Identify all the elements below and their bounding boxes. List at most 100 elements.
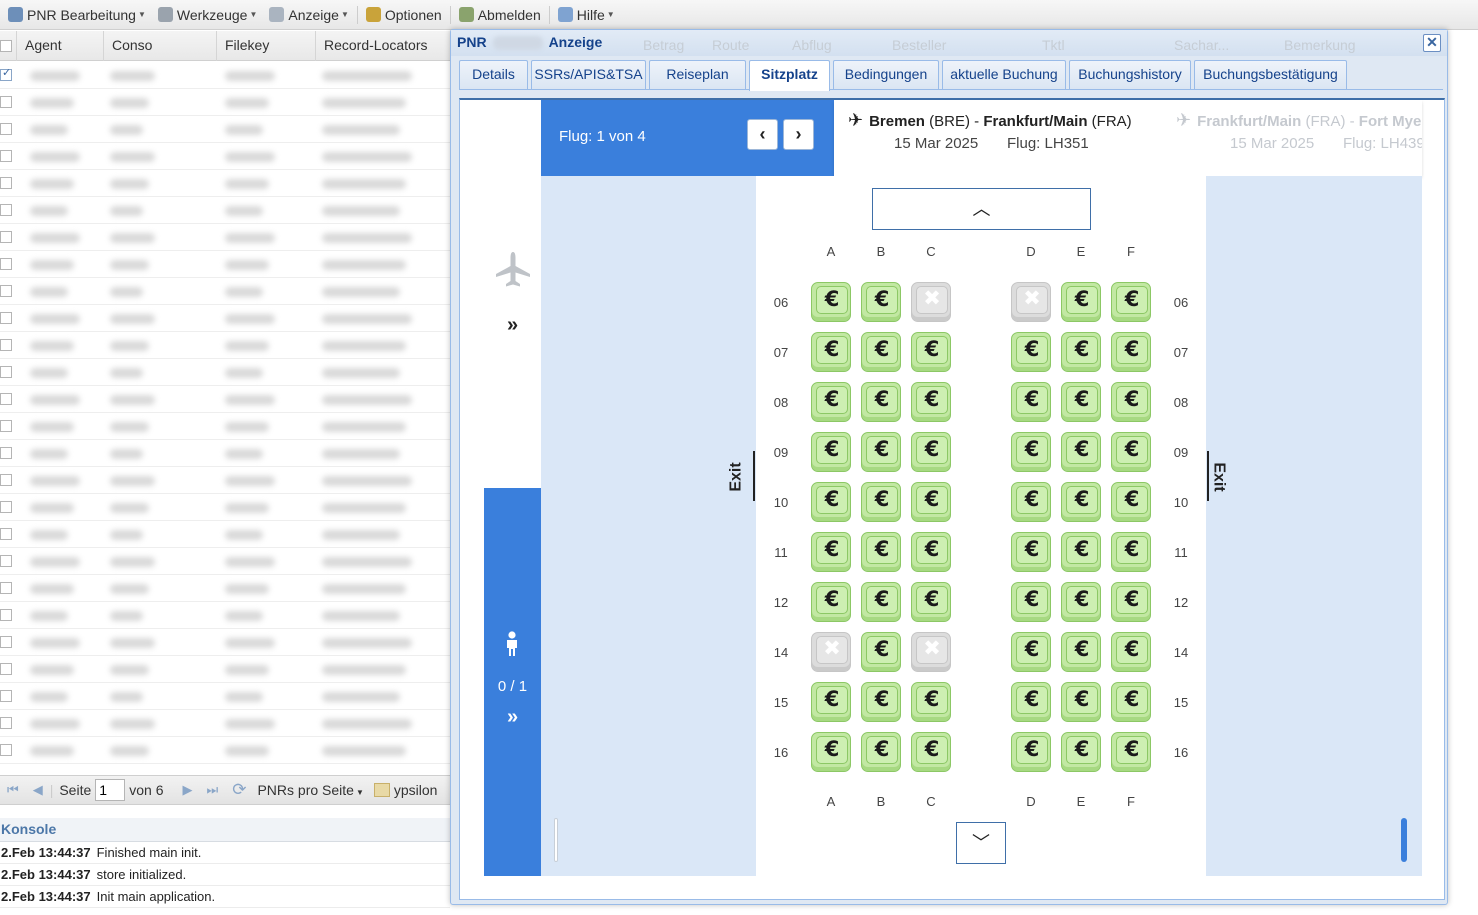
seat-11c[interactable]: € (911, 532, 951, 572)
menu-item-5[interactable]: Abmelden (453, 0, 547, 30)
menu-item-1[interactable]: PNR Bearbeitung ▼ (2, 0, 152, 30)
seat-16e[interactable]: € (1061, 732, 1101, 772)
table-row[interactable] (0, 575, 450, 602)
row-checkbox[interactable] (0, 285, 12, 297)
scroll-down-button[interactable]: ﹀ (956, 822, 1006, 864)
row-checkbox[interactable] (0, 393, 12, 405)
table-row[interactable] (0, 89, 450, 116)
row-checkbox[interactable] (0, 501, 12, 513)
tab-buchungshistory[interactable]: Buchungshistory (1069, 60, 1191, 89)
row-checkbox[interactable] (0, 339, 12, 351)
seat-08e[interactable]: € (1061, 382, 1101, 422)
seat-11f[interactable]: € (1111, 532, 1151, 572)
seat-06f[interactable]: € (1111, 282, 1151, 322)
scrollbar-right[interactable] (1401, 818, 1407, 862)
next-flight-button[interactable]: › (783, 119, 814, 150)
seat-11b[interactable]: € (861, 532, 901, 572)
seat-09c[interactable]: € (911, 432, 951, 472)
seat-16f[interactable]: € (1111, 732, 1151, 772)
seat-06e[interactable]: € (1061, 282, 1101, 322)
table-row[interactable] (0, 332, 450, 359)
row-checkbox[interactable] (0, 609, 12, 621)
table-row[interactable] (0, 683, 450, 710)
row-checkbox[interactable] (0, 177, 12, 189)
seat-15b[interactable]: € (861, 682, 901, 722)
seat-14f[interactable]: € (1111, 632, 1151, 672)
tab-bedingungen[interactable]: Bedingungen (833, 60, 939, 89)
prev-page-icon[interactable]: ◀ (26, 782, 50, 798)
seat-08a[interactable]: € (811, 382, 851, 422)
seat-15f[interactable]: € (1111, 682, 1151, 722)
table-row[interactable] (0, 629, 450, 656)
row-checkbox[interactable]: ✓ (0, 67, 12, 81)
seat-14d[interactable]: € (1011, 632, 1051, 672)
seat-16a[interactable]: € (811, 732, 851, 772)
seat-09a[interactable]: € (811, 432, 851, 472)
seat-16c[interactable]: € (911, 732, 951, 772)
menu-item-2[interactable]: Werkzeuge ▼ (152, 0, 263, 30)
seat-09e[interactable]: € (1061, 432, 1101, 472)
seat-15d[interactable]: € (1011, 682, 1051, 722)
next-page-icon[interactable]: ▶ (176, 782, 200, 798)
row-checkbox[interactable] (0, 717, 12, 729)
row-checkbox[interactable] (0, 528, 12, 540)
table-row[interactable] (0, 359, 450, 386)
table-row[interactable] (0, 467, 450, 494)
expand-flights-icon[interactable]: » (484, 314, 541, 337)
row-checkbox[interactable] (0, 447, 12, 459)
refresh-icon[interactable]: ⟳ (225, 780, 253, 800)
table-row[interactable] (0, 521, 450, 548)
seat-07c[interactable]: € (911, 332, 951, 372)
row-checkbox[interactable] (0, 150, 12, 162)
tab-sitzplatz[interactable]: Sitzplatz (749, 60, 830, 91)
select-all-checkbox[interactable] (0, 40, 12, 52)
scroll-up-button[interactable]: ︿ (872, 188, 1091, 230)
seat-08d[interactable]: € (1011, 382, 1051, 422)
row-checkbox[interactable] (0, 258, 12, 270)
airplane-icon[interactable] (493, 250, 533, 290)
seat-06a[interactable]: € (811, 282, 851, 322)
row-checkbox[interactable] (0, 582, 12, 594)
tab-ssrs-apis-tsa[interactable]: SSRs/APIS&TSA (531, 60, 646, 89)
seat-12b[interactable]: € (861, 582, 901, 622)
table-row[interactable] (0, 278, 450, 305)
table-row[interactable] (0, 602, 450, 629)
table-row[interactable] (0, 737, 450, 764)
seat-15a[interactable]: € (811, 682, 851, 722)
table-row[interactable] (0, 143, 450, 170)
flight-segment-1[interactable]: ✈ Bremen (BRE) - Frankfurt/Main (FRA) 15 … (848, 110, 1132, 152)
seat-09d[interactable]: € (1011, 432, 1051, 472)
seat-08b[interactable]: € (861, 382, 901, 422)
row-checkbox[interactable] (0, 420, 12, 432)
table-row[interactable] (0, 548, 450, 575)
table-row[interactable] (0, 386, 450, 413)
seat-14b[interactable]: € (861, 632, 901, 672)
table-row[interactable] (0, 251, 450, 278)
table-row[interactable]: ✓ (0, 62, 450, 89)
seat-16d[interactable]: € (1011, 732, 1051, 772)
seat-15c[interactable]: € (911, 682, 951, 722)
close-icon[interactable]: ✕ (1423, 34, 1441, 52)
seat-11d[interactable]: € (1011, 532, 1051, 572)
seat-16b[interactable]: € (861, 732, 901, 772)
seat-10a[interactable]: € (811, 482, 851, 522)
seat-12e[interactable]: € (1061, 582, 1101, 622)
page-number-input[interactable] (95, 779, 126, 801)
tab-aktuelle-buchung[interactable]: aktuelle Buchung (942, 60, 1066, 89)
row-checkbox[interactable] (0, 312, 12, 324)
tab-buchungsbest-tigung[interactable]: Buchungsbestätigung (1194, 60, 1347, 89)
seat-07d[interactable]: € (1011, 332, 1051, 372)
expand-passengers-icon[interactable]: » (484, 706, 541, 729)
row-checkbox[interactable] (0, 96, 12, 108)
tab-reiseplan[interactable]: Reiseplan (649, 60, 746, 89)
row-checkbox[interactable] (0, 663, 12, 675)
row-checkbox[interactable] (0, 474, 12, 486)
seat-07e[interactable]: € (1061, 332, 1101, 372)
row-checkbox[interactable] (0, 204, 12, 216)
row-checkbox[interactable] (0, 690, 12, 702)
seat-10b[interactable]: € (861, 482, 901, 522)
seat-08c[interactable]: € (911, 382, 951, 422)
seat-09f[interactable]: € (1111, 432, 1151, 472)
seat-10d[interactable]: € (1011, 482, 1051, 522)
seat-10c[interactable]: € (911, 482, 951, 522)
